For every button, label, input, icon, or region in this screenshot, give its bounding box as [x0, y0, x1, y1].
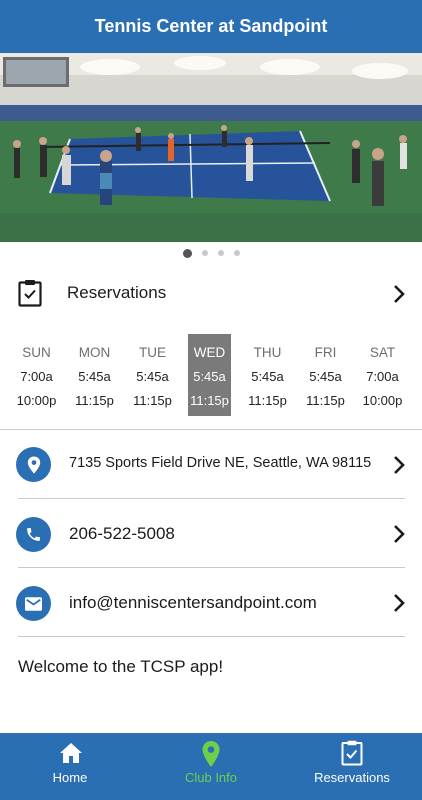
tab-label: Home [52, 770, 88, 785]
close-time: 11:15p [133, 393, 172, 408]
hours-day-fri: FRI 5:45a 11:15p [304, 334, 347, 416]
tab-club-info[interactable]: Club Info [140, 733, 282, 800]
chevron-right-icon [394, 285, 405, 303]
close-time: 11:15p [75, 393, 114, 408]
tab-home[interactable]: Home [0, 733, 140, 800]
email-row[interactable]: info@tenniscentersandpoint.com [0, 577, 422, 629]
tab-label: Club Info [184, 770, 238, 785]
tab-label: Reservations [314, 770, 390, 785]
clipboard-check-icon [341, 740, 363, 766]
close-time: 11:15p [248, 393, 287, 408]
open-time: 5:45a [78, 369, 111, 384]
divider [18, 636, 405, 637]
hours-day-wed: WED 5:45a 11:15p [188, 334, 231, 416]
divider [18, 498, 405, 499]
hero-photo[interactable] [0, 53, 422, 242]
day-name: SUN [22, 345, 51, 360]
welcome-message: Welcome to the TCSP app! [18, 657, 224, 676]
carousel-dot[interactable] [182, 248, 192, 258]
phone-icon [16, 517, 51, 552]
map-pin-icon [202, 741, 220, 767]
open-time: 7:00a [20, 369, 53, 384]
app-title: Tennis Center at Sandpoint [94, 16, 328, 36]
carousel-dot[interactable] [217, 250, 224, 256]
day-name: MON [78, 345, 111, 360]
address-row[interactable]: 7135 Sports Field Drive NE, Seattle, WA … [0, 438, 422, 490]
day-name: WED [193, 345, 226, 360]
carousel-indicator [0, 247, 422, 259]
reservations-row[interactable]: Reservations [0, 272, 422, 316]
hours-day-thu: THU 5:45a 11:15p [246, 334, 289, 416]
phone-row[interactable]: 206-522-5008 [0, 508, 422, 560]
tennis-court-photo [0, 53, 422, 242]
hours-day-sun: SUN 7:00a 10:00p [15, 334, 58, 416]
divider [18, 567, 405, 568]
day-name: TUE [139, 345, 166, 360]
open-time: 5:45a [309, 369, 342, 384]
carousel-dot[interactable] [233, 250, 240, 256]
email-icon [16, 586, 51, 621]
carousel-dot[interactable] [201, 250, 208, 256]
location-pin-icon [16, 447, 51, 482]
home-icon [60, 743, 82, 763]
close-time: 11:15p [190, 393, 229, 408]
hours-day-tue: TUE 5:45a 11:15p [131, 334, 174, 416]
close-time: 10:00p [362, 393, 403, 408]
divider [0, 429, 422, 430]
day-name: SAT [369, 345, 396, 360]
address-text: 7135 Sports Field Drive NE, Seattle, WA … [69, 455, 372, 471]
day-name: FRI [314, 345, 337, 360]
app-header: Tennis Center at Sandpoint [0, 0, 422, 53]
reservations-label: Reservations [67, 283, 167, 302]
hours-day-sat: SAT 7:00a 10:00p [361, 334, 404, 416]
close-time: 11:15p [306, 393, 345, 408]
email-text: info@tenniscentersandpoint.com [69, 593, 317, 612]
hours-day-mon: MON 5:45a 11:15p [73, 334, 116, 416]
club-hours: SUN 7:00a 10:00p MON 5:45a 11:15p TUE 5:… [0, 334, 422, 416]
open-time: 5:45a [136, 369, 169, 384]
tab-reservations[interactable]: Reservations [282, 733, 422, 800]
chevron-right-icon [394, 525, 405, 543]
chevron-right-icon [394, 456, 405, 474]
close-time: 10:00p [16, 393, 57, 408]
open-time: 5:45a [251, 369, 284, 384]
bottom-tab-bar: Home Club Info Reservations [0, 733, 422, 800]
open-time: 5:45a [193, 369, 226, 384]
open-time: 7:00a [366, 369, 399, 384]
chevron-right-icon [394, 594, 405, 612]
clipboard-check-icon [18, 280, 42, 307]
phone-text: 206-522-5008 [69, 524, 175, 543]
day-name: THU [253, 345, 282, 360]
